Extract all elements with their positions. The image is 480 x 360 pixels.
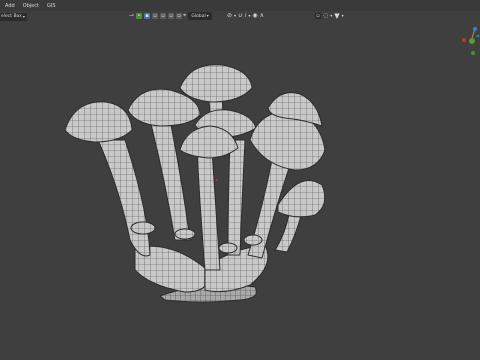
mushroom-mesh[interactable]: [0, 0, 480, 360]
